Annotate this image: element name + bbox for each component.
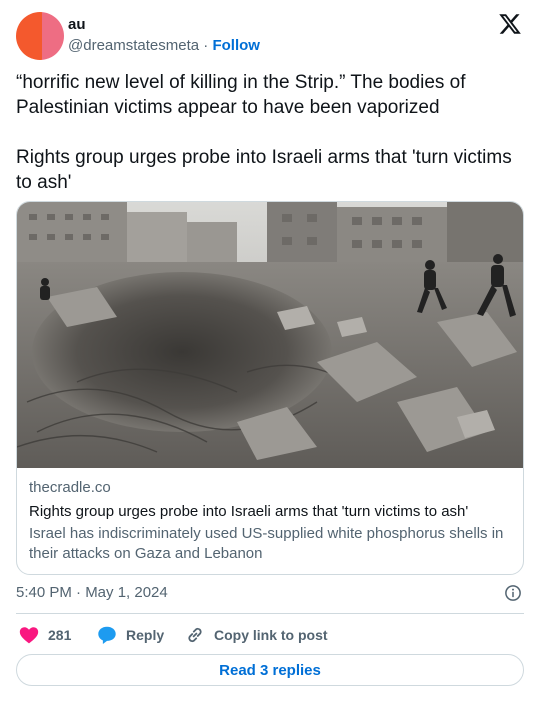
info-icon[interactable] <box>504 584 522 602</box>
like-count: 281 <box>48 627 72 643</box>
link-preview-image <box>17 202 523 468</box>
divider <box>16 613 524 614</box>
avatar[interactable] <box>16 12 64 60</box>
post-paragraph-2: Rights group urges probe into Israeli ar… <box>16 147 512 193</box>
author-info: au @dreamstatesmeta · Follow <box>68 16 260 56</box>
read-replies-button[interactable]: Read 3 replies <box>16 654 524 686</box>
copy-link-label: Copy link to post <box>214 627 328 643</box>
copy-link-button[interactable]: Copy link to post <box>184 622 328 648</box>
post-header: au @dreamstatesmeta · Follow <box>16 10 524 62</box>
avatar-left-half <box>16 12 42 60</box>
heart-icon <box>19 627 39 644</box>
embedded-post: au @dreamstatesmeta · Follow “horrific n… <box>0 0 540 701</box>
x-logo-icon[interactable] <box>498 12 522 36</box>
link-preview-meta: thecradle.co Rights group urges probe in… <box>29 478 511 564</box>
author-display-name[interactable]: au <box>68 16 260 34</box>
post-text: “horrific new level of killing in the St… <box>16 70 524 220</box>
link-description: Israel has indiscriminately used US-supp… <box>29 525 504 562</box>
link-title: Rights group urges probe into Israeli ar… <box>29 503 469 520</box>
avatar-right-half <box>42 12 64 60</box>
post-timestamp[interactable]: 5:40 PM · May 1, 2024 <box>16 584 168 601</box>
action-bar: 281 Reply Copy link to post <box>16 622 524 648</box>
link-icon <box>188 627 202 643</box>
post-paragraph-1: “horrific new level of killing in the St… <box>16 72 466 118</box>
handle-separator: · <box>199 37 213 54</box>
author-handle[interactable]: @dreamstatesmeta <box>68 37 199 54</box>
reply-bubble-icon <box>98 626 116 644</box>
reply-button[interactable]: Reply <box>96 622 164 648</box>
link-preview-card[interactable]: thecradle.co Rights group urges probe in… <box>16 201 524 575</box>
author-handle-row: @dreamstatesmeta · Follow <box>68 36 260 56</box>
reply-label: Reply <box>126 627 165 643</box>
like-button[interactable]: 281 <box>18 622 71 648</box>
follow-button[interactable]: Follow <box>212 37 260 54</box>
link-domain: thecradle.co <box>29 479 111 496</box>
timestamp-row: 5:40 PM · May 1, 2024 <box>16 582 524 604</box>
